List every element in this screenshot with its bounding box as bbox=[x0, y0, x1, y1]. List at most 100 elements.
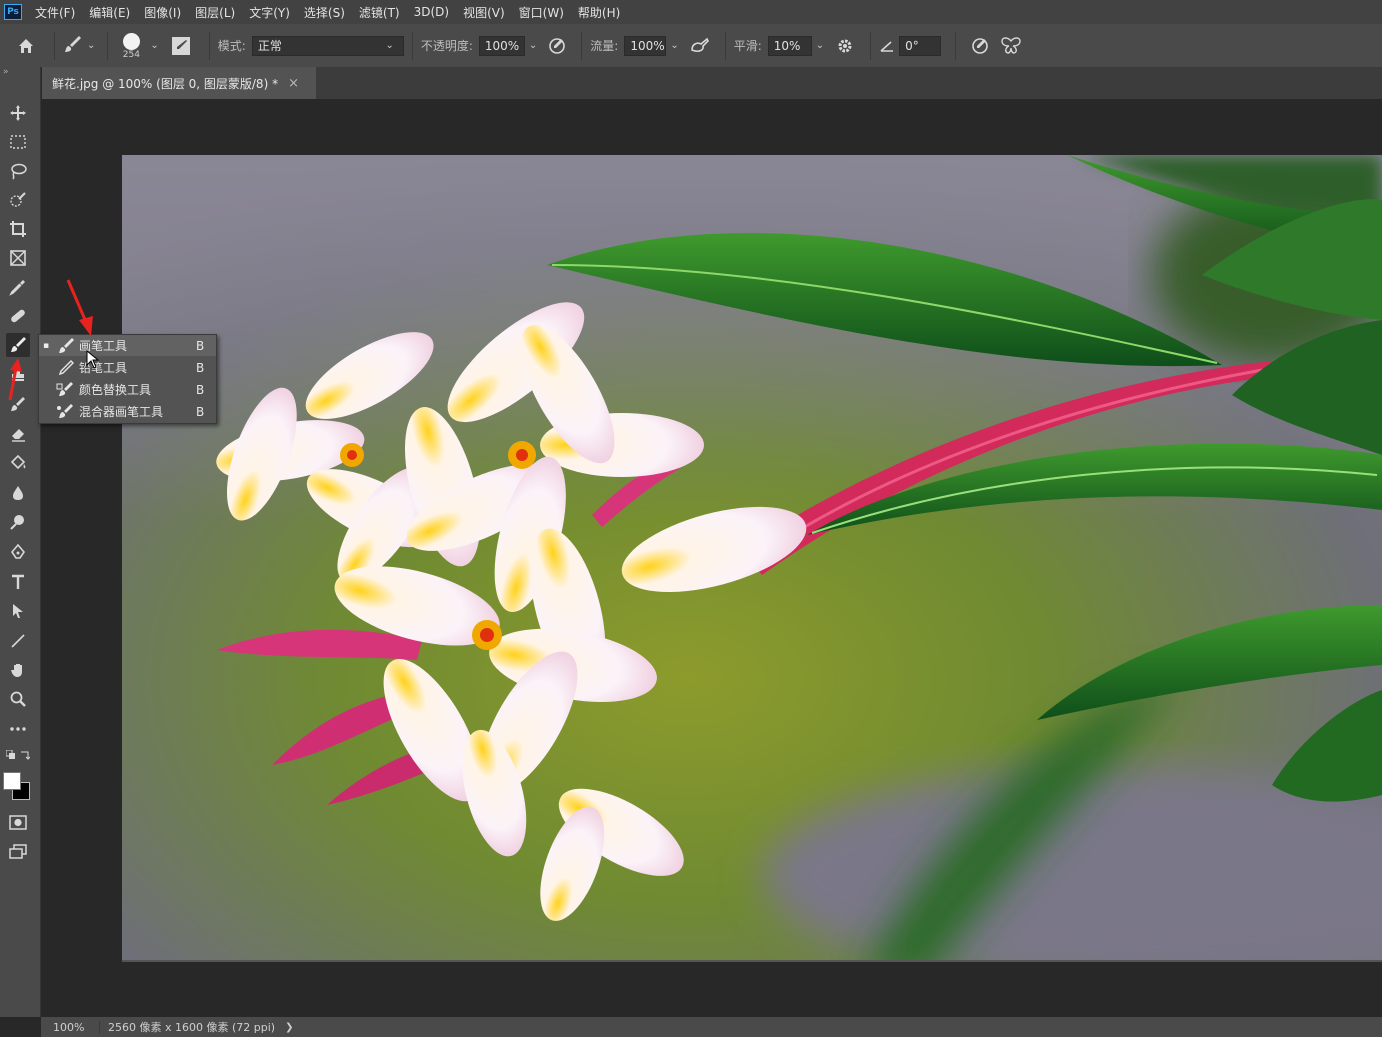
flow-label: 流量: bbox=[590, 39, 619, 53]
menu-help[interactable]: 帮助(H) bbox=[571, 4, 627, 21]
more-tools-icon[interactable] bbox=[6, 717, 30, 741]
flyout-item-label: 混合器画笔工具 bbox=[79, 405, 164, 419]
paint-bucket-tool-icon[interactable] bbox=[6, 451, 30, 475]
pen-tool-icon[interactable] bbox=[6, 540, 30, 564]
blur-tool-icon[interactable] bbox=[6, 481, 30, 505]
flow-input[interactable]: 100% bbox=[624, 35, 667, 56]
document-tab-bar: 鲜花.jpg @ 100% (图层 0, 图层蒙版/8) * × bbox=[42, 67, 1382, 99]
home-icon[interactable] bbox=[6, 37, 46, 55]
mode-label: 模式: bbox=[217, 39, 246, 53]
move-tool-icon[interactable] bbox=[6, 101, 30, 125]
opacity-dropdown-chevron-icon[interactable]: ⌄ bbox=[529, 40, 537, 51]
smoothing-dropdown-chevron-icon[interactable]: ⌄ bbox=[816, 40, 824, 51]
divider bbox=[955, 31, 957, 60]
angle-input[interactable]: 0° bbox=[899, 35, 942, 56]
type-tool-icon[interactable] bbox=[6, 570, 30, 594]
document-canvas-image[interactable] bbox=[122, 155, 1382, 962]
hand-tool-icon[interactable] bbox=[6, 658, 30, 682]
flyout-item-shortcut: B bbox=[196, 360, 205, 375]
photoshop-logo-icon[interactable]: Ps bbox=[4, 4, 22, 20]
eraser-tool-icon[interactable] bbox=[6, 422, 30, 446]
flow-dropdown-chevron-icon[interactable]: ⌄ bbox=[670, 40, 678, 51]
flyout-item-label: 颜色替换工具 bbox=[79, 383, 152, 397]
menu-type[interactable]: 文字(Y) bbox=[242, 4, 297, 21]
toolbox-collapse-icon[interactable]: » bbox=[0, 67, 40, 81]
brush-settings-panel-icon[interactable] bbox=[171, 36, 191, 56]
zoom-tool-icon[interactable] bbox=[6, 687, 30, 711]
gear-icon[interactable] bbox=[836, 37, 854, 55]
menu-select[interactable]: 选择(S) bbox=[297, 4, 352, 21]
angle-icon bbox=[879, 39, 895, 53]
menu-image[interactable]: 图像(I) bbox=[137, 4, 188, 21]
options-bar: ⌄ 254 ⌄ 模式: 正常 ⌄ 不透明度: 100% ⌄ 流量: 100% ⌄… bbox=[0, 24, 1382, 68]
brush-preset-picker[interactable]: 254 ⌄ bbox=[116, 31, 162, 60]
tool-preset-picker[interactable]: ⌄ bbox=[63, 34, 99, 57]
screen-mode-icon[interactable] bbox=[6, 840, 30, 864]
menu-edit[interactable]: 编辑(E) bbox=[82, 4, 137, 21]
blend-mode-value: 正常 bbox=[257, 39, 282, 53]
menu-view[interactable]: 视图(V) bbox=[456, 4, 512, 21]
zoom-level-field[interactable]: 100% bbox=[41, 1020, 100, 1034]
line-tool-icon[interactable] bbox=[6, 629, 30, 653]
brush-icon bbox=[63, 34, 83, 57]
divider bbox=[581, 31, 583, 60]
marquee-tool-icon[interactable] bbox=[6, 130, 30, 154]
frame-tool-icon[interactable] bbox=[6, 246, 30, 270]
annotation-arrow-icon bbox=[8, 358, 22, 401]
document-tab-title: 鲜花.jpg @ 100% (图层 0, 图层蒙版/8) * bbox=[52, 76, 279, 91]
crop-tool-icon[interactable] bbox=[6, 217, 30, 241]
flyout-item-shortcut: B bbox=[196, 404, 205, 419]
symmetry-butterfly-icon[interactable] bbox=[1000, 36, 1022, 56]
pressure-opacity-icon[interactable] bbox=[547, 36, 567, 56]
opacity-label: 不透明度: bbox=[420, 39, 473, 53]
divider bbox=[54, 31, 55, 60]
selected-indicator: ▪ bbox=[42, 340, 50, 351]
opacity-input[interactable]: 100% bbox=[478, 35, 525, 56]
smoothing-label: 平滑: bbox=[733, 39, 762, 53]
brush-size-value: 254 bbox=[122, 50, 140, 60]
dodge-tool-icon[interactable] bbox=[6, 510, 30, 534]
quick-mask-icon[interactable] bbox=[6, 811, 30, 835]
blend-mode-select[interactable]: 正常 ⌄ bbox=[251, 35, 404, 56]
menu-file[interactable]: 文件(F) bbox=[28, 4, 82, 21]
divider bbox=[107, 31, 109, 60]
divider bbox=[208, 31, 210, 60]
chevron-down-icon: ⌄ bbox=[385, 40, 394, 51]
toolbox: » bbox=[0, 67, 41, 1017]
color-swap-controls bbox=[6, 747, 30, 763]
eyedropper-tool-icon[interactable] bbox=[6, 275, 30, 299]
healing-brush-tool-icon[interactable] bbox=[6, 304, 30, 328]
quick-selection-tool-icon[interactable] bbox=[6, 188, 30, 212]
menu-filter[interactable]: 滤镜(T) bbox=[352, 4, 407, 21]
swap-colors-icon[interactable] bbox=[20, 750, 30, 760]
divider bbox=[724, 31, 726, 60]
flyout-item-mixer-brush-tool[interactable]: 混合器画笔工具 B bbox=[39, 401, 216, 422]
document-info: 2560 像素 x 1600 像素 (72 ppi) bbox=[108, 1021, 276, 1034]
menu-3d[interactable]: 3D(D) bbox=[407, 5, 456, 19]
lasso-tool-icon[interactable] bbox=[6, 159, 30, 183]
path-selection-tool-icon[interactable] bbox=[6, 599, 30, 623]
smoothing-input[interactable]: 10% bbox=[767, 35, 812, 56]
menu-window[interactable]: 窗口(W) bbox=[512, 4, 571, 21]
flyout-item-shortcut: B bbox=[196, 338, 205, 353]
status-bar: 100% 2560 像素 x 1600 像素 (72 ppi) ❯ bbox=[41, 1017, 1382, 1037]
annotation-arrow-icon bbox=[66, 279, 93, 336]
flyout-item-shortcut: B bbox=[196, 382, 205, 397]
color-replace-icon bbox=[53, 381, 79, 399]
brush-tip-preview-icon bbox=[122, 33, 140, 50]
chevron-down-icon: ⌄ bbox=[87, 40, 96, 51]
mouse-cursor-icon bbox=[86, 350, 100, 369]
airbrush-icon[interactable] bbox=[689, 36, 711, 56]
default-colors-icon[interactable] bbox=[6, 750, 16, 760]
status-menu-arrow-icon[interactable]: ❯ bbox=[285, 1022, 293, 1033]
flyout-item-pencil-tool[interactable]: 铅笔工具 B bbox=[39, 357, 216, 378]
pressure-size-icon[interactable] bbox=[970, 36, 990, 56]
document-tab[interactable]: 鲜花.jpg @ 100% (图层 0, 图层蒙版/8) * × bbox=[42, 67, 316, 99]
mixer-brush-icon bbox=[53, 403, 79, 421]
menu-layer[interactable]: 图层(L) bbox=[188, 4, 242, 21]
foreground-color-swatch[interactable] bbox=[3, 772, 21, 790]
brush-tool-icon[interactable] bbox=[6, 333, 30, 357]
close-icon[interactable]: × bbox=[288, 76, 299, 91]
divider bbox=[411, 31, 413, 60]
flyout-item-color-replacement-tool[interactable]: 颜色替换工具 B bbox=[39, 379, 216, 400]
